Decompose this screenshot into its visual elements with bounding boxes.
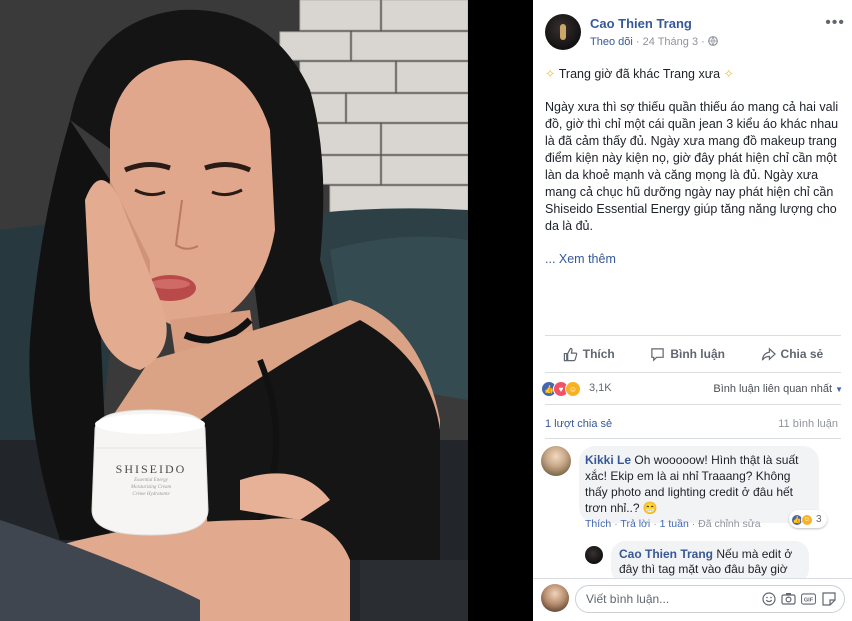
author-name[interactable]: Cao Thien Trang [590,16,692,31]
reply-bubble: Cao Thien Trang Nếu mà edit ở đây thì ta… [611,541,809,579]
comment-edited[interactable]: Đã chỉnh sửa [698,518,760,530]
reaction-count: 3,1K [589,382,612,394]
comment-input[interactable]: Viết bình luận... GIF [575,585,845,613]
jar-brand-text: SHISEIDO [115,462,187,476]
photo-viewer: SHISEIDO Essential Energy Moisturizing C… [0,0,852,621]
comment-button[interactable]: Bình luận [650,347,725,362]
emoji-icon[interactable] [761,591,776,606]
comment-label: Bình luận [670,347,725,361]
post-photo[interactable]: SHISEIDO Essential Energy Moisturizing C… [0,0,468,621]
follow-link[interactable]: Theo dõi [590,36,633,48]
comment-bubble: Kikki Le Oh wooooow! Hình thật là suất x… [579,446,819,523]
comment-time[interactable]: 1 tuần [660,518,689,530]
post-date[interactable]: 24 Tháng 3 [643,36,698,48]
post-panel: Cao Thien Trang Theo dõi · 24 Tháng 3 · … [533,0,852,621]
sort-label: Bình luận liên quan nhất [713,383,833,395]
share-button[interactable]: Chia sẻ [761,346,824,362]
post-body: Ngày xưa thì sợ thiếu quần thiếu áo mang… [545,100,839,233]
jar-line-3: Crème Hydratante [132,492,170,497]
post-headline: Trang giờ đã khác Trang xưa [558,67,721,81]
reply-avatar[interactable] [585,546,603,564]
commenter-name[interactable]: Kikki Le [585,453,631,467]
sparkle-icon: ✧ [545,67,556,81]
caret-down-icon: ▼ [835,385,843,394]
see-more-link[interactable]: ... Xem thêm [545,251,841,268]
camera-icon[interactable] [781,591,796,606]
comment-count[interactable]: 11 bình luận [778,418,838,430]
reaction-summary[interactable]: 👍 ♥ ☺ 3,1K Bình luận liên quan nhất ▼ [541,378,845,400]
like-button[interactable]: Thích [563,347,615,362]
photo-illustration [0,0,468,621]
share-label: Chia sẻ [780,347,824,361]
gif-icon[interactable]: GIF [801,591,816,606]
mini-haha-icon: ☺ [801,513,813,526]
globe-icon [707,36,718,48]
post-content: ✧ Trang giờ đã khác Trang xưa ✧ Ngày xưa… [545,66,841,284]
haha-reaction-icon: ☺ [565,381,581,397]
composer-icons: GIF [761,591,836,606]
comment-icon [650,347,665,362]
divider-mid [545,372,841,373]
jar-line-1: Essential Energy [134,478,168,483]
jar-line-2: Moisturizing Cream [130,485,172,490]
comment-actions: Thích · Trả lời · 1 tuần · Đã chỉnh sửa [585,518,761,530]
divider-stats [545,404,841,405]
comment-reply-link[interactable]: Trả lời [620,518,650,530]
commenter-avatar[interactable] [541,446,571,476]
comment-composer: Viết bình luận... GIF [533,578,852,621]
divider-comments [545,438,841,439]
meta-dot-2: · [701,36,708,48]
share-icon [761,346,776,362]
post-meta: Theo dõi · 24 Tháng 3 · [590,36,718,48]
thumbs-up-icon [563,347,578,362]
comment-like-link[interactable]: Thích [585,518,611,530]
svg-text:GIF: GIF [804,597,814,603]
product-jar-label: SHISEIDO Essential Energy Moisturizing C… [96,462,206,498]
comment-reaction-count: 3 [816,514,822,525]
sticker-icon[interactable] [821,591,836,606]
reply-item: Cao Thien Trang Nếu mà edit ở đây thì ta… [585,541,845,579]
reply-author[interactable]: Cao Thien Trang [619,547,713,561]
comment-sort-dropdown[interactable]: Bình luận liên quan nhất ▼ [713,383,843,395]
sparkle-icon-2: ✧ [723,67,735,81]
like-label: Thích [582,347,615,361]
share-count[interactable]: 1 lượt chia sẻ [545,418,612,430]
comment-reactions[interactable]: 👍 ☺ 3 [789,510,827,528]
more-options-icon[interactable]: ••• [825,14,845,32]
comment-placeholder: Viết bình luận... [586,592,670,606]
author-avatar[interactable] [545,14,581,50]
post-header: Cao Thien Trang Theo dõi · 24 Tháng 3 · … [545,12,845,52]
post-actions: Thích Bình luận Chia sẻ [545,338,841,370]
meta-dot: · [635,36,643,48]
viewer-avatar [541,584,569,612]
divider-top [545,335,841,336]
grin-emoji-icon: 😁 [642,501,658,515]
post-headline-row: ✧ Trang giờ đã khác Trang xưa ✧ [545,66,841,83]
